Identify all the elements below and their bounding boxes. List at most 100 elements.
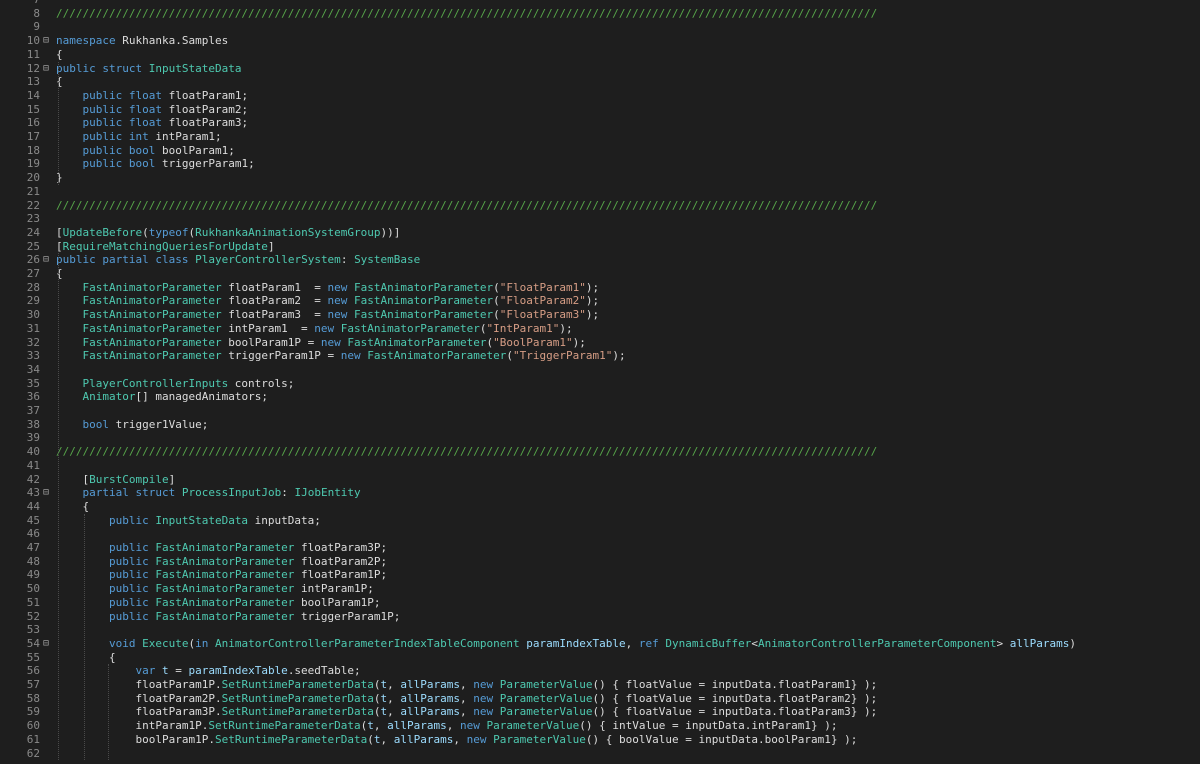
code-text: PlayerControllerInputs controls; bbox=[56, 377, 294, 391]
code-line[interactable]: 38 bool trigger1Value; bbox=[0, 418, 1200, 432]
code-line[interactable]: 46 bbox=[0, 527, 1200, 541]
code-token: BurstCompile bbox=[89, 472, 169, 486]
code-line[interactable]: 55 { bbox=[0, 651, 1200, 665]
code-line[interactable]: 62 bbox=[0, 747, 1200, 761]
collapse-icon[interactable]: ⊟ bbox=[43, 486, 53, 500]
code-token: new bbox=[327, 294, 348, 308]
code-line[interactable]: 22 //////////////////////////////////////… bbox=[0, 199, 1200, 213]
code-line[interactable]: 12 ⊟ public struct InputStateData bbox=[0, 62, 1200, 76]
code-line[interactable]: 8 ///////////////////////////////////////… bbox=[0, 7, 1200, 21]
code-line[interactable]: 25 [RequireMatchingQueriesForUpdate] bbox=[0, 240, 1200, 254]
code-text: { bbox=[56, 48, 63, 62]
code-line[interactable]: 32 FastAnimatorParameter boolParam1P = n… bbox=[0, 336, 1200, 350]
code-token: FastAnimatorParameter bbox=[155, 582, 295, 596]
code-line[interactable]: 27 { bbox=[0, 267, 1200, 281]
code-line[interactable]: 57 floatParam1P.SetRuntimeParameterData(… bbox=[0, 678, 1200, 692]
code-line[interactable]: 11 { bbox=[0, 48, 1200, 62]
code-line[interactable]: 60 intParam1P.SetRuntimeParameterData(t,… bbox=[0, 719, 1200, 733]
code-token: float bbox=[128, 88, 162, 102]
code-line[interactable]: 21 bbox=[0, 185, 1200, 199]
code-token: , bbox=[460, 678, 474, 691]
code-text: bool trigger1Value; bbox=[56, 418, 208, 432]
code-line[interactable]: 23 bbox=[0, 212, 1200, 226]
code-line[interactable]: 61 boolParam1P.SetRuntimeParameterData(t… bbox=[0, 733, 1200, 747]
code-line[interactable]: 53 bbox=[0, 623, 1200, 637]
line-number: 19 bbox=[26, 157, 40, 171]
code-token: partial bbox=[102, 253, 149, 267]
code-line[interactable]: 34 bbox=[0, 363, 1200, 377]
code-token: new bbox=[327, 308, 348, 322]
line-number: 26 bbox=[26, 253, 40, 267]
code-line[interactable]: 45 public InputStateData inputData; bbox=[0, 514, 1200, 528]
code-line[interactable]: 26 ⊟ public partial class PlayerController… bbox=[0, 253, 1200, 267]
code-text: public bool boolParam1; bbox=[56, 144, 234, 158]
code-line[interactable]: 9 bbox=[0, 20, 1200, 34]
code-line[interactable]: 48 public FastAnimatorParameter floatPar… bbox=[0, 555, 1200, 569]
code-line[interactable]: 7 bbox=[0, 0, 1200, 7]
code-line[interactable]: 58 floatParam2P.SetRuntimeParameterData(… bbox=[0, 692, 1200, 706]
code-token: , bbox=[387, 678, 401, 691]
code-line[interactable]: 39 bbox=[0, 431, 1200, 445]
code-line[interactable]: 13 { bbox=[0, 75, 1200, 89]
code-line[interactable]: 20} bbox=[0, 171, 1200, 185]
code-line[interactable]: 17 public int intParam1; bbox=[0, 130, 1200, 144]
code-token: () { floatValue = inputData.floatParam2}… bbox=[592, 691, 878, 705]
code-line[interactable]: 44 { bbox=[0, 500, 1200, 514]
code-token: public bbox=[56, 595, 149, 609]
code-line[interactable]: 56 var t = paramIndexTable.seedTable; bbox=[0, 664, 1200, 678]
code-line[interactable]: 10 ⊟ namespace Rukhanka.Samples bbox=[0, 34, 1200, 48]
code-line[interactable]: 59 floatParam3P.SetRuntimeParameterData(… bbox=[0, 705, 1200, 719]
code-line[interactable]: 30 FastAnimatorParameter floatParam3 = n… bbox=[0, 308, 1200, 322]
code-line[interactable]: 47 public FastAnimatorParameter floatPar… bbox=[0, 541, 1200, 555]
code-text: floatParam1P.SetRuntimeParameterData(t, … bbox=[56, 678, 877, 692]
code-line[interactable]: 31 FastAnimatorParameter intParam1 = new… bbox=[0, 322, 1200, 336]
collapse-icon[interactable]: ⊟ bbox=[43, 34, 53, 48]
code-line[interactable]: 50 public FastAnimatorParameter intParam… bbox=[0, 582, 1200, 596]
code-line[interactable]: 41 bbox=[0, 459, 1200, 473]
code-token: intParam1 = bbox=[221, 321, 315, 335]
collapse-icon[interactable]: ⊟ bbox=[43, 62, 53, 76]
code-editor[interactable]: 78 //////////////////////////////////////… bbox=[0, 0, 1200, 764]
code-line[interactable]: 36 Animator[] managedAnimators; bbox=[0, 390, 1200, 404]
code-line[interactable]: 19 public bool triggerParam1; bbox=[0, 157, 1200, 171]
indent-guide bbox=[58, 253, 59, 761]
code-text: [BurstCompile] bbox=[56, 473, 175, 487]
indent-guide bbox=[108, 664, 109, 761]
code-line[interactable]: 35 PlayerControllerInputs controls; bbox=[0, 377, 1200, 391]
code-token: boolParam1P. bbox=[56, 732, 215, 746]
code-line[interactable]: 42 [BurstCompile] bbox=[0, 473, 1200, 487]
line-number: 53 bbox=[26, 623, 40, 637]
code-line[interactable]: 51 public FastAnimatorParameter boolPara… bbox=[0, 596, 1200, 610]
code-line[interactable]: 37 bbox=[0, 404, 1200, 418]
code-token: "BoolParam1" bbox=[493, 335, 573, 349]
code-line[interactable]: 29 FastAnimatorParameter floatParam2 = n… bbox=[0, 294, 1200, 308]
collapse-icon[interactable]: ⊟ bbox=[43, 253, 53, 267]
code-token: InputStateData bbox=[148, 61, 242, 75]
code-line[interactable]: 54 ⊟ void Execute(in AnimatorControllerPa… bbox=[0, 637, 1200, 651]
code-line[interactable]: 33 FastAnimatorParameter triggerParam1P … bbox=[0, 349, 1200, 363]
collapse-icon[interactable]: ⊟ bbox=[43, 637, 53, 651]
code-line[interactable]: 14 public float floatParam1; bbox=[0, 89, 1200, 103]
code-line[interactable]: 18 public bool boolParam1; bbox=[0, 144, 1200, 158]
code-line[interactable]: 43 ⊟ partial struct ProcessInputJob: IJob… bbox=[0, 486, 1200, 500]
code-line[interactable]: 49 public FastAnimatorParameter floatPar… bbox=[0, 568, 1200, 582]
code-token: public bbox=[56, 541, 149, 554]
line-number: 59 bbox=[26, 705, 40, 719]
code-line[interactable]: 15 public float floatParam2; bbox=[0, 103, 1200, 117]
line-number: 37 bbox=[26, 404, 40, 417]
code-line[interactable]: 52 public FastAnimatorParameter triggerP… bbox=[0, 610, 1200, 624]
code-token: public bbox=[56, 88, 123, 102]
code-line[interactable]: 16 public float floatParam3; bbox=[0, 116, 1200, 130]
line-number: 31 bbox=[26, 321, 40, 335]
code-line[interactable]: 40 //////////////////////////////////////… bbox=[0, 445, 1200, 459]
code-token: } bbox=[56, 171, 63, 185]
code-token: public bbox=[56, 513, 149, 527]
line-number: 25 bbox=[26, 239, 40, 253]
code-line[interactable]: 28 FastAnimatorParameter floatParam1 = n… bbox=[0, 281, 1200, 295]
code-line[interactable]: 24 [UpdateBefore(typeof(RukhankaAnimation… bbox=[0, 226, 1200, 240]
